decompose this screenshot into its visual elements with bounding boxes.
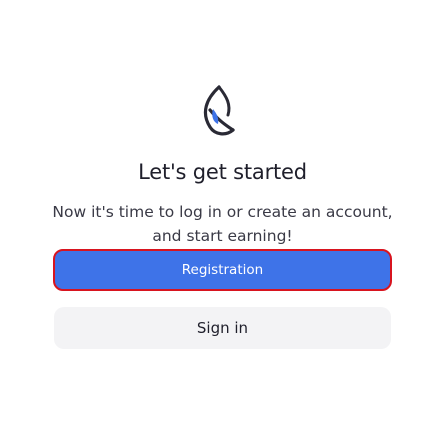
sign-in-button-label: Sign in: [196, 319, 249, 337]
registration-button[interactable]: Registration: [53, 249, 392, 291]
leaf-drop-logo-icon: [198, 83, 244, 143]
registration-button-label: Registration: [181, 262, 264, 278]
page-title: Let's get started: [138, 160, 307, 184]
sign-in-button[interactable]: Sign in: [54, 307, 391, 349]
page-subtitle: Now it's time to log in or create an acc…: [52, 203, 393, 245]
